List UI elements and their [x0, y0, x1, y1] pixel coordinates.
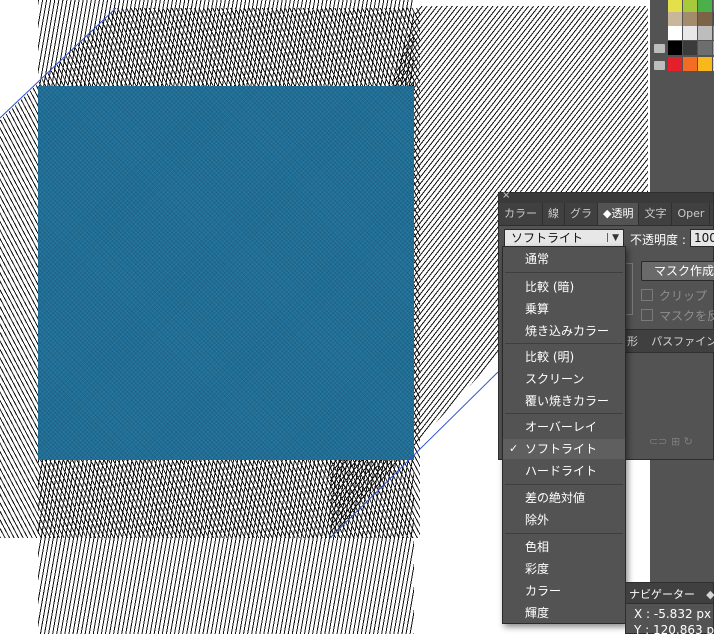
color-swatch[interactable]: [668, 57, 682, 71]
navigator-panel: ナビゲーター ◆情 X : -5.832 px Y : 120.863 p: [625, 582, 714, 637]
tab-transparency-label: 透明: [611, 207, 634, 220]
navigator-tabs: ナビゲーター ◆情: [626, 583, 714, 605]
panel-title-bar[interactable]: ×: [499, 190, 713, 203]
tab-opentype[interactable]: Oper: [672, 203, 711, 225]
color-swatch[interactable]: [683, 26, 697, 40]
menu-item-normal[interactable]: 通常: [503, 249, 625, 269]
menu-item-soft-light[interactable]: ✓ ソフトライト: [503, 439, 625, 459]
make-mask-button[interactable]: マスク作成: [641, 261, 714, 281]
refresh-icon[interactable]: ↻: [684, 435, 693, 448]
menu-divider: [505, 484, 623, 485]
swatch-folder-icon[interactable]: [654, 61, 665, 70]
menu-item-luminosity[interactable]: 輝度: [503, 603, 625, 623]
menu-item-exclusion[interactable]: 除外: [503, 510, 625, 530]
sub-panel-tabs: 形 パスファインダ: [623, 329, 714, 353]
invert-mask-label: マスクを反: [659, 309, 714, 323]
menu-divider: [505, 533, 623, 534]
color-swatch[interactable]: [668, 26, 682, 40]
color-swatch[interactable]: [698, 41, 712, 55]
clip-checkbox-row[interactable]: クリップ: [641, 287, 707, 304]
panel-tabs: カラー 線 グラ ◆透明 文字 Oper 段: [499, 203, 713, 226]
clip-label: クリップ: [659, 289, 708, 303]
x-value: -5.832 px: [653, 607, 712, 621]
panel-footer-icons: ⊂⊃ ⊞ ↻: [649, 435, 693, 448]
tab-stroke[interactable]: 線: [543, 203, 565, 225]
blend-mode-select[interactable]: ソフトライト | ▼: [504, 229, 624, 247]
color-swatch[interactable]: [698, 57, 712, 71]
invert-mask-checkbox-row[interactable]: マスクを反: [641, 307, 714, 324]
color-swatch[interactable]: [668, 41, 682, 55]
menu-item-color[interactable]: カラー: [503, 581, 625, 601]
y-label: Y :: [634, 623, 650, 637]
color-swatch[interactable]: [683, 12, 697, 26]
y-value: 120.863 p: [653, 623, 714, 637]
menu-divider: [505, 343, 623, 344]
menu-item-color-dodge[interactable]: 覆い焼きカラー: [503, 391, 625, 411]
tab-pathfinder[interactable]: パスファインダ: [647, 331, 714, 353]
blue-square-shape[interactable]: [38, 86, 414, 460]
menu-divider: [505, 272, 623, 273]
link-icon[interactable]: ⊂⊃: [649, 435, 667, 448]
color-swatch[interactable]: [683, 57, 697, 71]
checkmark-icon: ✓: [509, 442, 519, 455]
menu-item-screen[interactable]: スクリーン: [503, 369, 625, 389]
menu-item-darken[interactable]: 比較 (暗): [503, 277, 625, 297]
invert-mask-checkbox[interactable]: [641, 309, 653, 321]
opacity-label: 不透明度 :: [630, 233, 686, 247]
tab-transparency[interactable]: ◆透明: [598, 203, 640, 225]
color-swatch[interactable]: [698, 12, 712, 26]
menu-item-color-burn[interactable]: 焼き込みカラー: [503, 321, 625, 341]
menu-item-saturation[interactable]: 彩度: [503, 559, 625, 579]
opacity-input[interactable]: 100: [690, 229, 714, 247]
color-swatch[interactable]: [698, 26, 712, 40]
swatch-folder-icon[interactable]: [654, 44, 665, 53]
clip-checkbox[interactable]: [641, 289, 653, 301]
color-swatch[interactable]: [668, 12, 682, 26]
y-coordinate: Y : 120.863 p: [634, 623, 714, 637]
tab-info[interactable]: ◆情: [703, 585, 714, 605]
menu-item-overlay[interactable]: オーバーレイ: [503, 417, 625, 437]
menu-item-soft-light-label: ソフトライト: [525, 442, 598, 456]
color-swatch[interactable]: [683, 41, 697, 55]
menu-item-multiply[interactable]: 乗算: [503, 299, 625, 319]
tab-character[interactable]: 文字: [639, 203, 673, 225]
x-coordinate: X : -5.832 px: [634, 607, 711, 621]
x-label: X :: [634, 607, 651, 621]
tab-color[interactable]: カラー: [499, 203, 543, 225]
blend-mode-value: ソフトライト: [511, 231, 584, 245]
tab-collapse-icon: ◆: [706, 588, 714, 601]
tab-paragraph[interactable]: 段: [710, 203, 714, 225]
new-layer-icon[interactable]: ⊞: [671, 435, 680, 448]
tab-gradient[interactable]: グラ: [565, 203, 598, 225]
menu-item-lighten[interactable]: 比較 (明): [503, 347, 625, 367]
menu-item-hard-light[interactable]: ハードライト: [503, 461, 625, 481]
blend-mode-menu: 通常 比較 (暗) 乗算 焼き込みカラー 比較 (明) スクリーン 覆い焼きカラ…: [502, 246, 626, 624]
menu-item-hue[interactable]: 色相: [503, 537, 625, 557]
menu-item-difference[interactable]: 差の絶対値: [503, 488, 625, 508]
menu-divider: [505, 413, 623, 414]
tab-navigator[interactable]: ナビゲーター: [626, 585, 698, 605]
close-icon[interactable]: ×: [502, 190, 510, 201]
chevron-down-icon: | ▼: [606, 233, 619, 243]
